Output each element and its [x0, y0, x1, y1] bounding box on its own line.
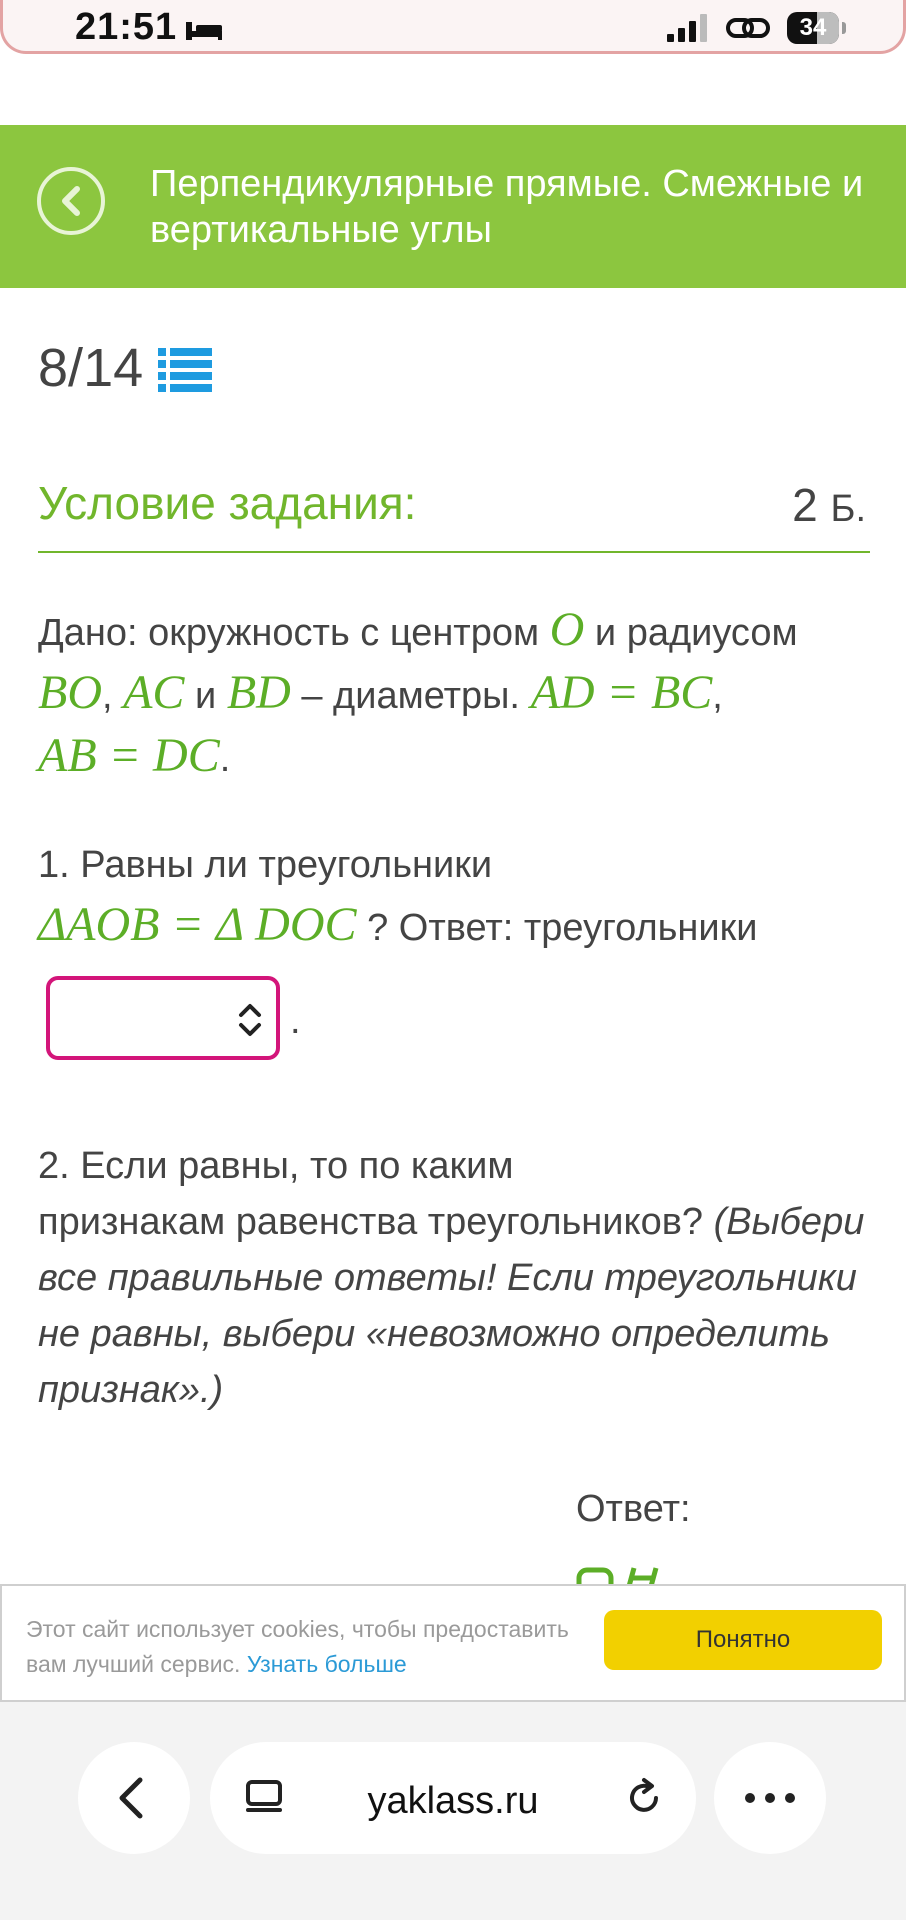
status-time: 21:51 [75, 6, 178, 48]
chevron-left-icon [62, 186, 80, 216]
browser-toolbar: yaklass.ru [0, 1702, 906, 1920]
math-diameter-2: BD [226, 666, 291, 719]
signal-icon [667, 14, 707, 42]
task-condition-title: Условие задания: [38, 477, 417, 529]
task-given: Дано: окружность с центром O и радиусом … [38, 603, 798, 782]
task-counter: 8/14 [38, 338, 144, 398]
cookie-learn-more-link[interactable]: Узнать больше [247, 1651, 407, 1677]
link-icon [726, 18, 770, 38]
status-bar: 21:51 34 [0, 0, 906, 54]
cookie-accept-button[interactable]: Понятно [604, 1610, 882, 1670]
browser-back-button[interactable] [78, 1742, 190, 1854]
battery-icon: 34 [787, 12, 839, 44]
chevron-left-icon [119, 1777, 143, 1819]
more-menu-button[interactable] [714, 1742, 826, 1854]
cookie-banner: Этот сайт использует cookies, чтобы пред… [0, 1584, 906, 1702]
task-total: 14 [83, 338, 144, 398]
triangles-equal-select[interactable] [46, 976, 280, 1060]
task-list-icon[interactable] [158, 346, 212, 394]
battery-level: 34 [799, 14, 827, 41]
address-bar[interactable]: yaklass.ru [210, 1742, 696, 1854]
more-dots-icon [745, 1793, 795, 1803]
math-eq-1: AD = BC [530, 666, 713, 719]
bed-icon [186, 22, 222, 40]
math-eq-2: AB = DC [38, 729, 220, 782]
back-button[interactable] [37, 167, 105, 235]
reload-icon[interactable] [622, 1776, 666, 1820]
chevron-up-down-icon [239, 1004, 261, 1036]
task-points: 2 Б. [792, 479, 866, 531]
lesson-header: Перпендикулярные прямые. Смежные и верти… [0, 125, 906, 288]
math-triangles: ΔAOB = Δ DOC [38, 898, 357, 951]
task-current: 8 [38, 338, 69, 398]
lesson-title: Перпендикулярные прямые. Смежные и верти… [150, 163, 864, 251]
question-1: 1. Равны ли треугольники ΔAOB = Δ DOC ? … [38, 844, 758, 951]
math-diameter-1: AC [123, 666, 185, 719]
question-2: 2. Если равны, то по каким признакам рав… [38, 1145, 865, 1411]
math-center: O [549, 603, 585, 656]
divider [38, 551, 870, 553]
answer-label: Ответ: [576, 1488, 691, 1530]
math-radius: BO [38, 666, 102, 719]
